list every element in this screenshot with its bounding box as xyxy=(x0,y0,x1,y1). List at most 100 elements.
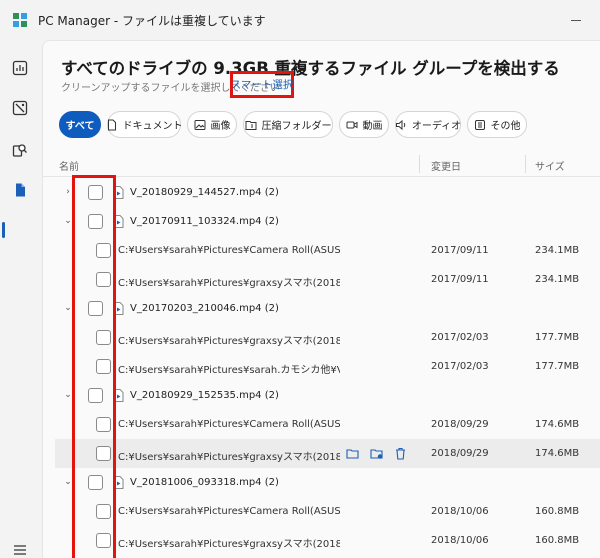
modified-date: 2017/09/11 xyxy=(431,245,489,256)
file-row[interactable]: C:¥Users¥sarah¥Pictures¥graxsyスマホ(2018.5… xyxy=(55,526,600,555)
app-search-icon[interactable] xyxy=(10,140,30,160)
file-size: 177.7MB xyxy=(535,361,580,372)
filter-label: すべて xyxy=(65,121,95,132)
video-file-icon xyxy=(113,215,124,228)
group-row[interactable]: ⌄ V_20180929_152535.mp4 (2) xyxy=(55,381,600,410)
file-row[interactable]: C:¥Users¥sarah¥Pictures¥graxsyスマホ(2018.5… xyxy=(55,439,600,468)
file-size: 234.1MB xyxy=(535,245,580,256)
file-path: C:¥Users¥sarah¥Pictures¥graxsyスマホ(2018.5… xyxy=(118,452,340,463)
video-file-icon xyxy=(113,302,124,315)
file-size: 177.7MB xyxy=(535,332,580,343)
table-header: 名前 変更日 サイズ xyxy=(43,151,600,177)
filter-label: その他 xyxy=(490,121,521,132)
smart-select-link[interactable]: スマート選択 xyxy=(230,71,294,98)
filter-label: オーディオ xyxy=(411,121,462,132)
file-size: 234.1MB xyxy=(535,274,580,285)
files-icon[interactable] xyxy=(10,180,30,200)
file-path: C:¥Users¥sarah¥Pictures¥graxsyスマホ(2018.5… xyxy=(118,336,340,347)
main-panel: すべてのドライブの 9.3GB 重複するファイル グループを検出する クリーンア… xyxy=(42,40,600,558)
chevron-down-icon[interactable]: ⌄ xyxy=(63,216,73,226)
checkbox[interactable] xyxy=(88,185,103,200)
checkbox[interactable] xyxy=(96,243,111,258)
active-indicator xyxy=(2,222,5,238)
chevron-down-icon[interactable]: ⌄ xyxy=(63,477,73,487)
checkbox[interactable] xyxy=(96,272,111,287)
modified-date: 2017/02/03 xyxy=(431,332,489,343)
document-icon xyxy=(106,119,118,131)
filter-other[interactable]: その他 xyxy=(467,111,527,138)
video-icon xyxy=(346,119,358,131)
file-path: C:¥Users¥sarah¥Pictures¥Camera Roll(ASUS… xyxy=(118,419,340,430)
filter-label: 画像 xyxy=(210,121,231,132)
modified-date: 2018/09/29 xyxy=(431,448,489,459)
group-name: V_20170911_103324.mp4 (2) xyxy=(130,216,279,227)
column-name-header[interactable]: 名前 xyxy=(59,158,79,173)
open-folder-icon[interactable] xyxy=(345,446,359,460)
checkbox[interactable] xyxy=(88,214,103,229)
filter-all[interactable]: すべて xyxy=(59,111,101,138)
group-name: V_20180929_144527.mp4 (2) xyxy=(130,187,279,198)
checkbox[interactable] xyxy=(88,301,103,316)
other-icon xyxy=(474,119,486,131)
file-row[interactable]: C:¥Users¥sarah¥Pictures¥Camera Roll(ASUS… xyxy=(55,236,600,265)
file-row[interactable]: C:¥Users¥sarah¥Pictures¥graxsyスマホ(2018.5… xyxy=(55,265,600,294)
checkbox[interactable] xyxy=(88,388,103,403)
app-title: PC Manager - ファイルは重複しています xyxy=(38,14,266,28)
video-file-icon xyxy=(113,476,124,489)
checkbox[interactable] xyxy=(96,417,111,432)
filter-documents[interactable]: ドキュメント xyxy=(106,111,183,138)
file-size: 160.8MB xyxy=(535,535,580,546)
group-row[interactable]: ⌄ V_20170203_210046.mp4 (2) xyxy=(55,294,600,323)
checkbox[interactable] xyxy=(88,475,103,490)
filter-label: 圧縮フォルダー xyxy=(261,121,332,132)
delete-icon[interactable] xyxy=(393,446,407,460)
filter-zip[interactable]: 圧縮フォルダー xyxy=(243,111,333,138)
menu-icon[interactable] xyxy=(10,540,30,558)
file-row[interactable]: C:¥Users¥sarah¥Pictures¥sarah.カモシカ他¥V_20… xyxy=(55,352,600,381)
title-bar: PC Manager - ファイルは重複しています xyxy=(0,0,600,40)
page-title: すべてのドライブの 9.3GB 重複するファイル グループを検出する xyxy=(61,59,560,78)
file-row[interactable]: C:¥Users¥sarah¥Pictures¥graxsyスマホ(2018.5… xyxy=(55,323,600,352)
move-folder-icon[interactable] xyxy=(369,446,383,460)
column-divider[interactable] xyxy=(525,155,526,173)
checkbox[interactable] xyxy=(96,504,111,519)
file-size: 174.6MB xyxy=(535,419,580,430)
checkbox[interactable] xyxy=(96,446,111,461)
checkbox[interactable] xyxy=(96,359,111,374)
modified-date: 2017/09/11 xyxy=(431,274,489,285)
checkbox[interactable] xyxy=(96,330,111,345)
minimize-button[interactable] xyxy=(566,10,586,30)
file-path: C:¥Users¥sarah¥Pictures¥graxsyスマホ(2018.5… xyxy=(118,539,340,550)
group-name: V_20181006_093318.mp4 (2) xyxy=(130,477,279,488)
file-path: C:¥Users¥sarah¥Pictures¥graxsyスマホ(2018.5… xyxy=(118,278,340,289)
file-path: C:¥Users¥sarah¥Pictures¥Camera Roll(ASUS… xyxy=(118,506,340,517)
column-date-header[interactable]: 変更日 xyxy=(431,158,461,173)
video-file-icon xyxy=(113,389,124,402)
chevron-down-icon[interactable]: ⌄ xyxy=(63,303,73,313)
app-logo-icon xyxy=(13,13,27,27)
checkbox[interactable] xyxy=(96,533,111,548)
column-divider[interactable] xyxy=(419,155,420,173)
file-size: 174.6MB xyxy=(535,448,580,459)
group-row[interactable]: ⌄ V_20181006_093318.mp4 (2) xyxy=(55,468,600,497)
group-row[interactable]: › V_20180929_144527.mp4 (2) xyxy=(55,178,600,207)
chevron-right-icon[interactable]: › xyxy=(63,187,73,197)
chevron-down-icon[interactable]: ⌄ xyxy=(63,390,73,400)
modified-date: 2018/10/06 xyxy=(431,506,489,517)
file-path: C:¥Users¥sarah¥Pictures¥sarah.カモシカ他¥V_20… xyxy=(118,365,340,376)
video-file-icon xyxy=(113,186,124,199)
column-size-header[interactable]: サイズ xyxy=(535,158,565,173)
storage-icon[interactable] xyxy=(10,98,30,118)
zip-folder-icon xyxy=(245,119,257,131)
file-row[interactable]: C:¥Users¥sarah¥Pictures¥Camera Roll(ASUS… xyxy=(55,410,600,439)
sidebar xyxy=(0,40,40,558)
dashboard-icon[interactable] xyxy=(10,58,30,78)
filter-images[interactable]: 画像 xyxy=(187,111,237,138)
modified-date: 2017/02/03 xyxy=(431,361,489,372)
filter-audio[interactable]: オーディオ xyxy=(395,111,461,138)
group-row[interactable]: ⌄ V_20170911_103324.mp4 (2) xyxy=(55,207,600,236)
modified-date: 2018/10/06 xyxy=(431,535,489,546)
file-path: C:¥Users¥sarah¥Pictures¥Camera Roll(ASUS… xyxy=(118,245,340,256)
file-row[interactable]: C:¥Users¥sarah¥Pictures¥Camera Roll(ASUS… xyxy=(55,497,600,526)
filter-video[interactable]: 動画 xyxy=(339,111,389,138)
